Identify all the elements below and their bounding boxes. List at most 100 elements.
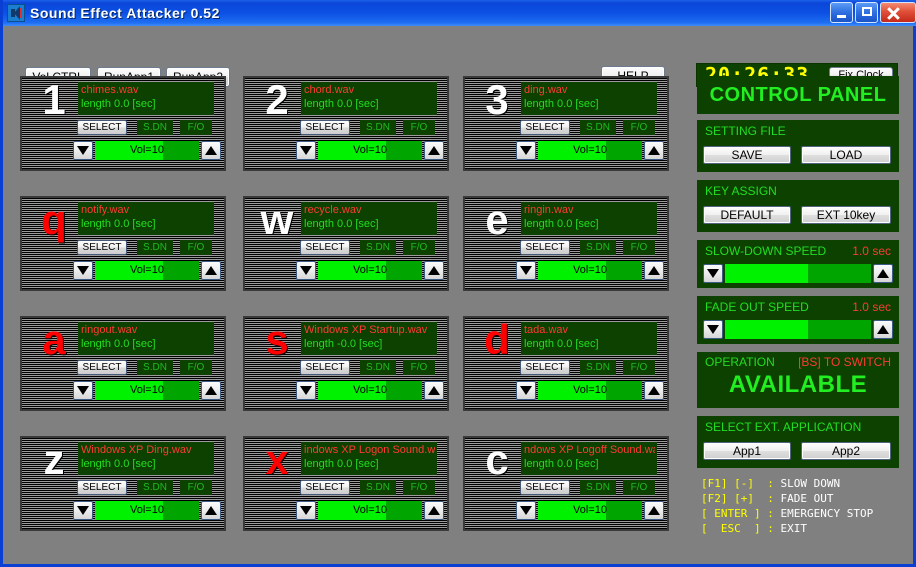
volume-down-button[interactable] <box>296 381 316 400</box>
select-button[interactable]: SELECT <box>520 480 570 495</box>
slow-down-indicator[interactable]: S.DN <box>137 360 173 375</box>
volume-down-button[interactable] <box>296 501 316 520</box>
volume-down-button[interactable] <box>73 261 93 280</box>
fade-out-bar-track[interactable] <box>725 320 871 339</box>
volume-up-button[interactable] <box>201 501 221 520</box>
volume-bar-track[interactable]: Vol=10 <box>318 261 422 280</box>
fade-out-indicator[interactable]: F/O <box>403 480 435 495</box>
sound-cell[interactable]: c ndows XP Logoff Sound.wav length 0.0 [se… <box>463 436 669 531</box>
slow-down-increase-button[interactable] <box>873 264 893 283</box>
close-button[interactable] <box>880 2 916 23</box>
sound-cell[interactable]: a ringout.wav length 0.0 [sec] SELECT S.DN F/… <box>20 316 226 411</box>
volume-bar-track[interactable]: Vol=10 <box>95 141 199 160</box>
slow-down-indicator[interactable]: S.DN <box>360 240 396 255</box>
fade-out-indicator[interactable]: F/O <box>623 360 655 375</box>
app1-button[interactable]: App1 <box>703 442 791 460</box>
key-assign-ext10key-button[interactable]: EXT 10key <box>801 206 891 224</box>
select-button[interactable]: SELECT <box>77 240 127 255</box>
sound-cell[interactable]: x indows XP Logon Sound.wav length 0.0 [se… <box>243 436 449 531</box>
slow-down-indicator[interactable]: S.DN <box>360 480 396 495</box>
volume-down-button[interactable] <box>516 261 536 280</box>
fade-out-indicator[interactable]: F/O <box>180 240 212 255</box>
fade-out-indicator[interactable]: F/O <box>403 360 435 375</box>
select-button[interactable]: SELECT <box>77 480 127 495</box>
fade-out-indicator[interactable]: F/O <box>403 120 435 135</box>
volume-bar-track[interactable]: Vol=10 <box>318 501 422 520</box>
volume-down-button[interactable] <box>516 501 536 520</box>
select-button[interactable]: SELECT <box>77 360 127 375</box>
sound-cell[interactable]: 2 chord.wav length 0.0 [sec] SELECT S.DN F/O V… <box>243 76 449 171</box>
save-button[interactable]: SAVE <box>703 146 791 164</box>
volume-bar-track[interactable]: Vol=10 <box>95 261 199 280</box>
load-button[interactable]: LOAD <box>801 146 891 164</box>
slow-down-indicator[interactable]: S.DN <box>580 360 616 375</box>
slow-down-indicator[interactable]: S.DN <box>360 120 396 135</box>
slow-down-indicator[interactable]: S.DN <box>580 240 616 255</box>
slow-down-indicator[interactable]: S.DN <box>580 480 616 495</box>
volume-down-button[interactable] <box>73 501 93 520</box>
fade-out-indicator[interactable]: F/O <box>623 240 655 255</box>
fade-out-decrease-button[interactable] <box>703 320 723 339</box>
sound-cell[interactable]: 1 chimes.wav length 0.0 [sec] SELECT S.DN F/O… <box>20 76 226 171</box>
slow-down-indicator[interactable]: S.DN <box>137 480 173 495</box>
volume-bar-track[interactable]: Vol=10 <box>538 501 642 520</box>
slow-down-decrease-button[interactable] <box>703 264 723 283</box>
select-button[interactable]: SELECT <box>77 120 127 135</box>
sound-cell[interactable]: z Windows XP Ding.wav length 0.0 [sec] SELE… <box>20 436 226 531</box>
fade-out-indicator[interactable]: F/O <box>180 480 212 495</box>
select-button[interactable]: SELECT <box>300 240 350 255</box>
fade-out-increase-button[interactable] <box>873 320 893 339</box>
volume-down-button[interactable] <box>296 141 316 160</box>
fade-out-indicator[interactable]: F/O <box>623 120 655 135</box>
slow-down-indicator[interactable]: S.DN <box>360 360 396 375</box>
fade-out-indicator[interactable]: F/O <box>623 480 655 495</box>
select-button[interactable]: SELECT <box>520 360 570 375</box>
volume-bar-track[interactable]: Vol=10 <box>538 261 642 280</box>
app2-button[interactable]: App2 <box>801 442 891 460</box>
volume-bar-track[interactable]: Vol=10 <box>318 141 422 160</box>
fade-out-indicator[interactable]: F/O <box>180 360 212 375</box>
volume-up-button[interactable] <box>644 381 664 400</box>
volume-up-button[interactable] <box>424 261 444 280</box>
key-assign-default-button[interactable]: DEFAULT <box>703 206 791 224</box>
sound-cell[interactable]: q notify.wav length 0.0 [sec] SELECT S.DN F/O… <box>20 196 226 291</box>
fade-out-indicator[interactable]: F/O <box>403 240 435 255</box>
volume-up-button[interactable] <box>644 261 664 280</box>
volume-bar-track[interactable]: Vol=10 <box>95 501 199 520</box>
volume-down-button[interactable] <box>73 141 93 160</box>
volume-down-button[interactable] <box>296 261 316 280</box>
volume-bar-track[interactable]: Vol=10 <box>318 381 422 400</box>
slow-down-indicator[interactable]: S.DN <box>580 120 616 135</box>
sound-cell[interactable]: s Windows XP Startup.wav length -0.0 [sec]… <box>243 316 449 411</box>
volume-up-button[interactable] <box>201 381 221 400</box>
minimize-button[interactable] <box>830 2 853 23</box>
sound-cell[interactable]: e ringin.wav length 0.0 [sec] SELECT S.DN F/O… <box>463 196 669 291</box>
slow-down-indicator[interactable]: S.DN <box>137 120 173 135</box>
sound-cell[interactable]: w recycle.wav length 0.0 [sec] SELECT S.DN F/… <box>243 196 449 291</box>
select-button[interactable]: SELECT <box>520 240 570 255</box>
select-button[interactable]: SELECT <box>300 360 350 375</box>
volume-down-button[interactable] <box>73 381 93 400</box>
select-button[interactable]: SELECT <box>520 120 570 135</box>
select-button[interactable]: SELECT <box>300 480 350 495</box>
legend-separator: : <box>767 492 781 505</box>
slow-down-bar-track[interactable] <box>725 264 871 283</box>
volume-bar-track[interactable]: Vol=10 <box>95 381 199 400</box>
slow-down-indicator[interactable]: S.DN <box>137 240 173 255</box>
select-button[interactable]: SELECT <box>300 120 350 135</box>
maximize-button[interactable] <box>855 2 878 23</box>
volume-up-button[interactable] <box>644 501 664 520</box>
volume-up-button[interactable] <box>424 141 444 160</box>
volume-up-button[interactable] <box>424 381 444 400</box>
volume-up-button[interactable] <box>201 141 221 160</box>
volume-down-button[interactable] <box>516 141 536 160</box>
sound-cell[interactable]: d tada.wav length 0.0 [sec] SELECT S.DN F/O Vo… <box>463 316 669 411</box>
volume-bar-track[interactable]: Vol=10 <box>538 141 642 160</box>
sound-cell[interactable]: 3 ding.wav length 0.0 [sec] SELECT S.DN F/O Vo… <box>463 76 669 171</box>
volume-up-button[interactable] <box>424 501 444 520</box>
fade-out-indicator[interactable]: F/O <box>180 120 212 135</box>
volume-down-button[interactable] <box>516 381 536 400</box>
volume-up-button[interactable] <box>201 261 221 280</box>
volume-up-button[interactable] <box>644 141 664 160</box>
volume-bar-track[interactable]: Vol=10 <box>538 381 642 400</box>
